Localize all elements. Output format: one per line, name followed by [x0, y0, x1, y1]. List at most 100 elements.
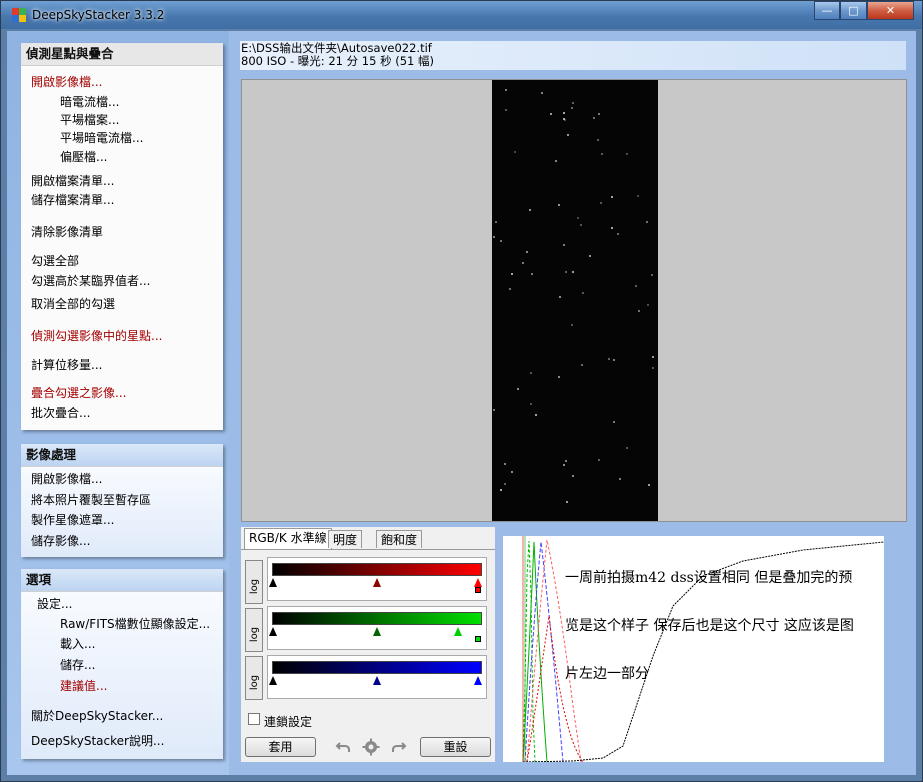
star-speck	[637, 195, 639, 197]
clear-list-link[interactable]: 清除影像清單	[31, 223, 103, 240]
star-speck	[504, 463, 506, 465]
maximize-button[interactable]: □	[840, 1, 867, 20]
star-speck	[522, 262, 524, 264]
tab-luminance[interactable]: 明度	[328, 530, 363, 548]
star-speck	[572, 271, 574, 273]
minimize-button[interactable]: —	[814, 1, 840, 20]
star-speck	[613, 421, 615, 423]
about-link[interactable]: 關於DeepSkyStacker...	[31, 707, 163, 724]
title-bar[interactable]: DeepSkyStacker 3.3.2 — □ ✕	[1, 1, 922, 29]
star-speck	[566, 501, 568, 503]
settings-gear-icon[interactable]	[362, 738, 380, 756]
exposure-info: 800 ISO - 曝光: 21 分 15 秒 (51 幅)	[241, 54, 434, 68]
stacked-image[interactable]	[492, 80, 658, 521]
note-line-2: 览是这个样子 保存后也是这个尺寸 这应该是图	[565, 618, 854, 634]
histogram: 一周前拍摄m42 dss设置相同 但是叠加完的预 览是这个样子 保存后也是这个尺…	[503, 536, 884, 762]
star-speck	[593, 117, 595, 119]
star-speck	[526, 251, 528, 253]
recommended-settings-link[interactable]: 建議值...	[60, 677, 107, 694]
batch-stacking-link[interactable]: 批次疊合...	[31, 404, 90, 421]
panel-processing: 影像處理 開啟影像檔... 將本照片覆製至暫存區 製作星像遮罩... 儲存影像.…	[21, 444, 223, 557]
uncheck-all-link[interactable]: 取消全部的勾選	[31, 295, 115, 312]
window-title: DeepSkyStacker 3.3.2	[32, 8, 165, 22]
red-log-toggle[interactable]: log	[245, 560, 263, 604]
help-link[interactable]: DeepSkyStacker說明...	[31, 732, 164, 749]
close-button[interactable]: ✕	[867, 1, 914, 20]
star-speck	[619, 478, 621, 480]
blue-levels-slider[interactable]	[267, 655, 487, 699]
raw-fits-settings-link[interactable]: Raw/FITS檔數位顯像設定...	[60, 615, 210, 632]
star-speck	[651, 274, 653, 276]
tab-rgb-levels[interactable]: RGB/K 水準線	[244, 528, 332, 549]
star-speck	[493, 236, 495, 238]
green-levels-slider[interactable]	[267, 606, 487, 650]
star-speck	[517, 388, 519, 390]
star-speck	[500, 240, 502, 242]
register-checked-link[interactable]: 偵測勾選影像中的星點...	[31, 327, 162, 344]
green-log-label: log	[249, 626, 261, 643]
blue-midtone-handle[interactable]	[373, 676, 381, 685]
green-black-point-handle[interactable]	[269, 627, 277, 636]
open-picture-files-link[interactable]: 開啟影像檔...	[31, 73, 102, 90]
undo-icon[interactable]	[335, 739, 351, 755]
image-viewer[interactable]	[241, 79, 907, 522]
file-info-bar: E:\DSS输出文件夹\Autosave022.tif 800 ISO - 曝光…	[240, 41, 906, 70]
redo-icon[interactable]	[391, 739, 407, 755]
stack-checked-link[interactable]: 疊合勾選之影像...	[31, 384, 126, 401]
link-settings-checkbox[interactable]	[248, 713, 260, 725]
red-midtone-handle[interactable]	[373, 578, 381, 587]
load-settings-link[interactable]: 載入...	[60, 635, 95, 652]
panel-options-header: 選項	[21, 569, 223, 592]
dark-flat-files-link[interactable]: 平場暗電流檔...	[60, 129, 143, 146]
blue-black-point-handle[interactable]	[269, 676, 277, 685]
green-midtone-handle[interactable]	[373, 627, 381, 636]
star-speck	[541, 92, 543, 94]
tab-saturation[interactable]: 飽和度	[376, 530, 423, 548]
open-file-list-link[interactable]: 開啟檔案清單...	[31, 172, 114, 189]
green-white-point-handle[interactable]	[454, 627, 462, 636]
create-star-mask-link[interactable]: 製作星像遮罩...	[31, 511, 114, 528]
star-speck	[652, 367, 654, 369]
star-speck	[611, 196, 613, 198]
save-file-list-link[interactable]: 儲存檔案清單...	[31, 191, 114, 208]
panel-processing-header: 影像處理	[21, 444, 223, 467]
red-white-point-handle[interactable]	[474, 578, 482, 587]
star-speck	[565, 460, 567, 462]
dark-files-link[interactable]: 暗電流檔...	[60, 93, 119, 110]
compute-offsets-link[interactable]: 計算位移量...	[31, 356, 102, 373]
blue-white-point-handle[interactable]	[474, 676, 482, 685]
red-levels-slider[interactable]	[267, 557, 487, 601]
note-line-3: 片左边一部分	[565, 666, 649, 682]
copy-to-clipboard-link[interactable]: 將本照片覆製至暫存區	[31, 491, 151, 508]
flat-files-link[interactable]: 平場檔案...	[60, 111, 119, 128]
star-speck	[509, 288, 511, 290]
note-line-1: 一周前拍摄m42 dss设置相同 但是叠加完的预	[565, 570, 853, 586]
star-speck	[571, 107, 573, 109]
star-speck	[598, 113, 600, 115]
star-speck	[582, 292, 584, 294]
red-log-label: log	[249, 578, 261, 595]
star-speck	[504, 483, 506, 485]
apply-button[interactable]: 套用	[245, 737, 316, 757]
adjustment-panel: RGB/K 水準線 明度 飽和度 log log log 連鎖設定 套用 重設	[241, 527, 495, 762]
save-settings-link[interactable]: 儲存...	[60, 656, 95, 673]
reset-button[interactable]: 重設	[420, 737, 491, 757]
star-speck	[648, 484, 650, 486]
settings-link[interactable]: 設定...	[37, 595, 72, 612]
star-speck	[493, 409, 495, 411]
bias-files-link[interactable]: 偏壓檔...	[60, 148, 107, 165]
blue-log-toggle[interactable]: log	[245, 656, 263, 700]
star-speck	[555, 160, 557, 162]
save-picture-link[interactable]: 儲存影像...	[31, 532, 90, 549]
check-all-link[interactable]: 勾選全部	[31, 252, 79, 269]
star-speck	[626, 153, 628, 155]
star-speck	[589, 255, 591, 257]
processing-open-link[interactable]: 開啟影像檔...	[31, 470, 102, 487]
green-log-toggle[interactable]: log	[245, 608, 263, 652]
red-black-point-handle[interactable]	[269, 578, 277, 587]
star-speck	[558, 376, 560, 378]
star-speck	[581, 364, 583, 366]
star-speck	[530, 372, 532, 374]
check-above-threshold-link[interactable]: 勾選高於某臨界值者...	[31, 272, 150, 289]
star-speck	[565, 271, 567, 273]
